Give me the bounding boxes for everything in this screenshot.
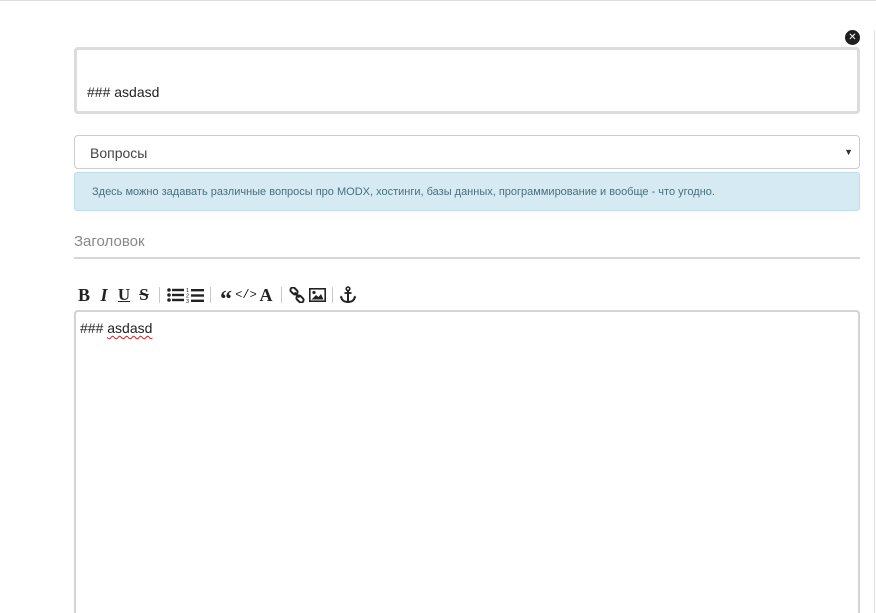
quote-icon: “ xyxy=(220,286,232,313)
toolbar-separator xyxy=(332,287,333,303)
top-divider xyxy=(0,0,876,1)
link-button[interactable] xyxy=(287,284,307,306)
bullet-list-button[interactable] xyxy=(165,284,185,306)
editor-heading-prefix: ### xyxy=(80,320,108,336)
category-select[interactable]: Вопросы ▼ xyxy=(74,135,860,169)
toolbar-separator xyxy=(159,287,160,303)
category-info-text: Здесь можно задавать различные вопросы п… xyxy=(92,186,715,198)
close-icon[interactable]: ✕ xyxy=(845,30,860,45)
italic-button[interactable]: I xyxy=(94,284,114,306)
italic-icon: I xyxy=(100,284,108,305)
anchor-icon xyxy=(339,286,357,304)
font-icon: A xyxy=(259,284,273,305)
title-input[interactable] xyxy=(74,226,860,259)
code-icon: </> xyxy=(235,288,257,302)
editor-toolbar: B I U S 1 2 3 “ </> A xyxy=(74,284,404,312)
right-divider xyxy=(874,30,875,613)
numbered-list-icon: 1 2 3 xyxy=(186,288,204,304)
underline-icon: U xyxy=(117,285,131,304)
toolbar-separator xyxy=(210,287,211,303)
editor-content: ### asdasd xyxy=(80,320,152,336)
image-button[interactable] xyxy=(307,284,327,306)
bullet-list-icon xyxy=(166,288,184,302)
bold-icon: B xyxy=(77,284,90,305)
code-button[interactable]: </> xyxy=(235,284,257,306)
underline-button[interactable]: U xyxy=(114,284,134,306)
anchor-button[interactable] xyxy=(338,284,358,306)
strikethrough-button[interactable]: S xyxy=(134,284,154,306)
quote-button[interactable]: “ xyxy=(216,284,236,312)
bold-button[interactable]: B xyxy=(74,284,94,306)
preview-text: ### asdasd xyxy=(87,84,160,100)
preview-panel: ### asdasd xyxy=(74,47,860,114)
chevron-down-icon: ▼ xyxy=(844,147,853,157)
image-icon xyxy=(308,288,326,302)
category-select-value: Вопросы xyxy=(90,145,148,161)
markdown-editor[interactable]: ### asdasd xyxy=(74,310,860,613)
font-button[interactable]: A xyxy=(256,284,276,306)
svg-text:3: 3 xyxy=(186,299,189,304)
link-icon xyxy=(289,287,305,303)
toolbar-separator xyxy=(281,287,282,303)
misspelled-word: asdasd xyxy=(107,320,153,336)
strikethrough-icon: S xyxy=(139,285,149,304)
numbered-list-button[interactable]: 1 2 3 xyxy=(185,284,205,306)
category-info-alert: Здесь можно задавать различные вопросы п… xyxy=(74,172,860,211)
